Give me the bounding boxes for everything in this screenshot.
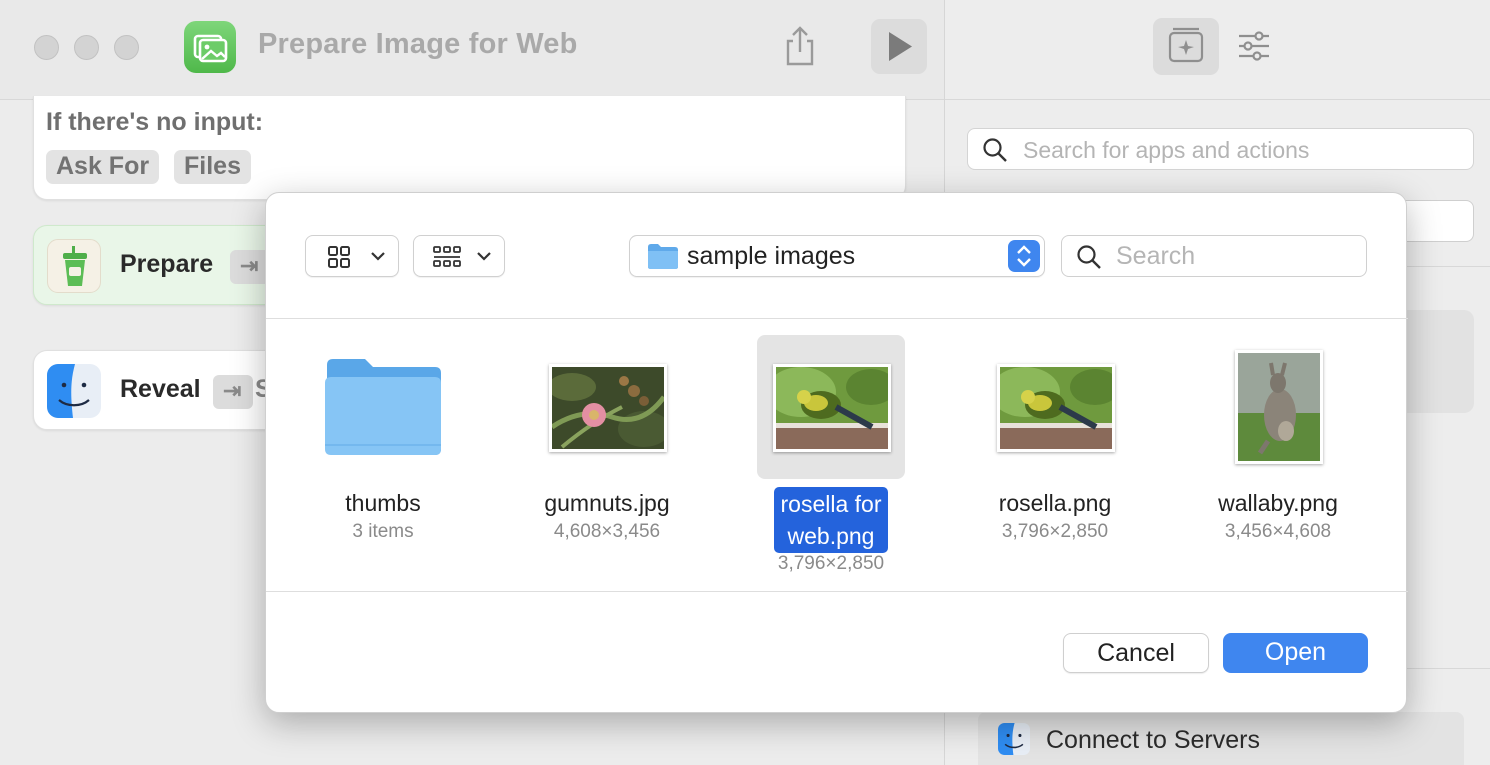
chevron-down-icon — [371, 252, 385, 261]
minimize-window-button[interactable] — [74, 35, 99, 60]
title-bar: Prepare Image for Web — [0, 0, 944, 100]
finder-icon — [998, 723, 1030, 755]
variable-chip[interactable]: ⇥ — [213, 375, 253, 409]
file-name-line: rosella for — [780, 491, 882, 517]
location-label: sample images — [687, 242, 856, 270]
file-name: wallaby.png — [1218, 490, 1338, 516]
chevron-down-icon — [477, 252, 491, 261]
prepare-action[interactable]: Prepare ⇥ — [33, 225, 293, 305]
stepper-icon — [1008, 240, 1040, 272]
file-name: rosella.png — [998, 490, 1112, 516]
library-icon[interactable] — [1153, 18, 1219, 75]
sidebar-action-label: Connect to Servers — [1046, 726, 1260, 754]
image-thumbnail — [757, 335, 905, 479]
photo-rosella — [766, 364, 896, 452]
file-name-line: web.png — [787, 523, 875, 549]
shortcut-icon — [184, 21, 236, 73]
photo-gumnuts — [548, 364, 670, 452]
window-title: Prepare Image for Web — [258, 28, 578, 60]
file-name: gumnuts.jpg — [544, 490, 670, 516]
cancel-button[interactable]: Cancel — [1063, 633, 1209, 673]
search-placeholder: Search — [1116, 242, 1196, 270]
file-meta: 3,456×4,608 — [1224, 521, 1332, 542]
ask-for-chip[interactable]: Ask For — [46, 150, 160, 184]
location-popup[interactable]: sample images — [629, 235, 1045, 277]
run-button[interactable] — [871, 19, 927, 74]
open-file-dialog: sample images Search thumbs 3 items gumn… — [265, 192, 1408, 713]
action-label: Prepare — [120, 250, 214, 278]
gallery-view-icon — [433, 246, 461, 267]
folder-icon — [309, 335, 457, 479]
view-mode-popup[interactable] — [305, 235, 399, 277]
variable-chip[interactable]: ⇥ — [230, 250, 270, 284]
share-icon[interactable] — [780, 24, 820, 68]
photo-rosella — [990, 364, 1120, 452]
sidebar-toolbar — [945, 0, 1490, 100]
grid-view-icon — [328, 246, 350, 268]
cup-icon — [47, 239, 101, 293]
file-meta: 3 items — [352, 521, 414, 542]
zoom-window-button[interactable] — [114, 35, 139, 60]
photo-wallaby — [1235, 350, 1323, 464]
actions-search-field[interactable]: Search for apps and actions — [967, 128, 1474, 170]
image-thumbnail — [981, 335, 1129, 479]
play-icon — [889, 32, 912, 61]
search-icon — [983, 138, 1007, 162]
dialog-search-field[interactable]: Search — [1061, 235, 1367, 277]
no-input-label: If there's no input: — [46, 108, 264, 136]
files-chip[interactable]: Files — [174, 150, 251, 184]
divider — [266, 318, 1408, 319]
close-window-button[interactable] — [34, 35, 59, 60]
reveal-action[interactable]: Reveal ⇥ S — [33, 350, 293, 430]
action-label: Reveal — [120, 375, 201, 403]
file-meta: 3,796×2,850 — [777, 553, 885, 574]
group-mode-popup[interactable] — [413, 235, 505, 277]
file-name: rosella for web.png — [726, 487, 936, 553]
search-icon — [1077, 245, 1101, 269]
sidebar-action-item[interactable]: Connect to Servers — [978, 712, 1464, 765]
image-thumbnail — [533, 335, 681, 479]
image-thumbnail — [1204, 335, 1352, 479]
file-meta: 4,608×3,456 — [553, 521, 661, 542]
file-meta: 3,796×2,850 — [1001, 521, 1109, 542]
finder-icon — [47, 364, 101, 418]
search-placeholder: Search for apps and actions — [1023, 137, 1310, 163]
input-settings-card: If there's no input: Ask For Files — [33, 96, 906, 200]
file-name: thumbs — [345, 490, 421, 516]
folder-icon — [648, 244, 678, 269]
divider — [266, 591, 1408, 592]
settings-sliders-icon[interactable] — [1235, 28, 1273, 64]
open-button[interactable]: Open — [1223, 633, 1368, 673]
